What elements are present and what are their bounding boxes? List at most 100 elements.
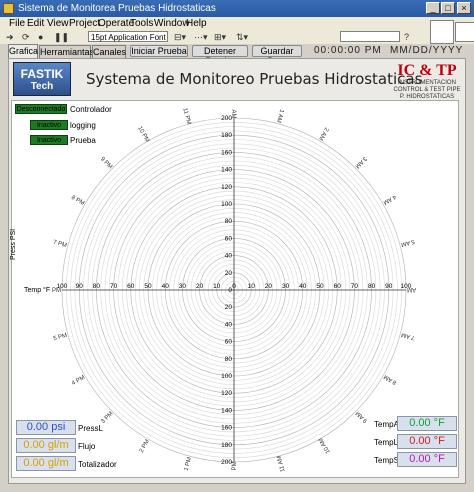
- app-icon: [3, 3, 14, 14]
- press-readout: 0.00 psi: [16, 420, 76, 435]
- clock-date: MM/DD/YYYY: [390, 45, 464, 56]
- menu-file[interactable]: File: [9, 18, 25, 29]
- vertical-tick-label: 140: [221, 407, 232, 414]
- hour-label: 3 AM: [354, 155, 368, 169]
- ictp-line2: CONTROL & TEST PIPE: [393, 87, 461, 93]
- menu-help[interactable]: Help: [186, 18, 207, 29]
- templ-label: TempL: [374, 438, 399, 447]
- horizontal-tick-label: 80: [368, 283, 376, 290]
- hour-label: 5 PM: [53, 333, 68, 342]
- horizontal-tick-label: 10: [213, 283, 221, 290]
- horizontal-tick-label: 60: [334, 283, 342, 290]
- horizontal-tick-label: 30: [179, 283, 187, 290]
- vertical-tick-label: 20: [225, 270, 233, 277]
- page-title: Systema de Monitoreo Pruebas Hidrostatic…: [86, 70, 423, 88]
- run-arrow-icon[interactable]: ➜: [6, 32, 14, 43]
- hour-label: 5 AM: [400, 238, 415, 247]
- pause-icon[interactable]: ❚❚: [54, 32, 69, 43]
- menu-operate[interactable]: Operate: [98, 18, 134, 29]
- horizontal-tick-label: 0: [232, 283, 236, 290]
- vertical-tick-label: 20: [225, 304, 233, 311]
- vertical-tick-label: 60: [225, 235, 233, 242]
- hour-label: 1 AM: [275, 108, 284, 123]
- totalizador-label: Totalizador: [78, 460, 117, 469]
- resize-icon[interactable]: ⊞▾: [214, 32, 226, 43]
- polar-chart: 12 AM1 AM2 AM3 AM4 AM5 AM6 AM7 AM8 AM9 A…: [52, 108, 416, 472]
- font-select[interactable]: 15pt Application Font: [88, 31, 168, 42]
- vertical-tick-label: 100: [221, 201, 232, 208]
- menu-edit[interactable]: Edit: [27, 18, 44, 29]
- vertical-tick-label: 40: [225, 253, 233, 260]
- vertical-tick-label: 40: [225, 321, 233, 328]
- hour-label: 9 PM: [99, 156, 113, 170]
- hour-label: 4 AM: [382, 193, 397, 205]
- menu-project[interactable]: Project: [69, 18, 100, 29]
- hour-label: 8 AM: [383, 373, 398, 385]
- vertical-tick-label: 80: [225, 356, 233, 363]
- horizontal-tick-label: 90: [76, 283, 84, 290]
- hour-label: 2 PM: [139, 439, 151, 454]
- logo-top-text: FASTIK: [20, 67, 64, 81]
- hour-label: 11 AM: [277, 455, 287, 472]
- hour-label: 3 PM: [100, 411, 114, 425]
- hour-label: 8 PM: [70, 195, 85, 207]
- hour-label: 9 AM: [355, 410, 369, 424]
- ictp-logo: IC & TP INSTRUMENTACION CONTROL & TEST P…: [392, 62, 462, 101]
- save-data-button[interactable]: Guardar Data: [252, 45, 302, 66]
- horizontal-tick-label: 70: [110, 283, 118, 290]
- horizontal-tick-label: 20: [196, 283, 204, 290]
- temps-readout: 0.00 °F: [397, 452, 457, 467]
- logo-bottom-text: Tech: [30, 81, 54, 92]
- tab-canales[interactable]: Canales: [92, 45, 126, 59]
- press-label: PressL: [78, 424, 103, 433]
- horizontal-tick-label: 90: [385, 283, 393, 290]
- totalizador-readout: 0.00 gl/m: [16, 456, 76, 471]
- menu-tools[interactable]: Tools: [130, 18, 153, 29]
- vertical-tick-label: 60: [225, 339, 233, 346]
- help-icon[interactable]: ?: [404, 32, 409, 42]
- horizontal-tick-label: 100: [57, 283, 68, 290]
- ictp-line1: INSTRUMENTACION: [398, 80, 456, 86]
- distribute-icon[interactable]: ⋯▾: [194, 32, 208, 43]
- align-icon[interactable]: ⊟▾: [174, 32, 186, 43]
- vertical-tick-label: 200: [221, 459, 232, 466]
- vertical-tick-label: 80: [225, 218, 233, 225]
- horizontal-tick-label: 50: [144, 283, 152, 290]
- hour-label: 12 PM: [232, 461, 238, 472]
- abort-icon[interactable]: ●: [38, 32, 43, 42]
- search-input[interactable]: [340, 31, 400, 42]
- horizontal-tick-label: 20: [265, 283, 273, 290]
- tab-herramientas[interactable]: Herramiantas: [39, 45, 94, 59]
- menu-bar: File Edit View Project Operate Tools Win…: [0, 17, 474, 30]
- hour-label: 1 PM: [184, 457, 193, 472]
- horizontal-tick-label: 60: [127, 283, 135, 290]
- maximize-button[interactable]: □: [441, 2, 455, 14]
- horizontal-tick-label: 10: [248, 283, 256, 290]
- title-bar: Sistema de Monitorea Pruebas Hidrostatic…: [0, 0, 474, 17]
- menu-window[interactable]: Window: [154, 18, 190, 29]
- horizontal-tick-label: 40: [162, 283, 170, 290]
- tab-grafica[interactable]: Grafica: [8, 44, 38, 59]
- minimize-button[interactable]: _: [426, 2, 440, 14]
- vertical-tick-label: 120: [221, 390, 232, 397]
- horizontal-tick-label: 50: [316, 283, 324, 290]
- hour-label: 2 AM: [317, 126, 329, 141]
- run-continuous-icon[interactable]: ⟳: [22, 32, 30, 43]
- menu-view[interactable]: View: [47, 18, 69, 29]
- vertical-tick-label: 200: [221, 115, 232, 122]
- hour-label: 7 AM: [401, 331, 416, 340]
- horizontal-tick-label: 40: [299, 283, 307, 290]
- close-button[interactable]: ×: [457, 2, 471, 14]
- horizontal-tick-label: 70: [351, 283, 359, 290]
- ictp-text: IC & TP: [397, 62, 457, 79]
- y-axis-label: Press PSI: [10, 228, 17, 260]
- horizontal-tick-label: 100: [401, 283, 412, 290]
- stop-test-button[interactable]: Detener Prueba: [192, 45, 248, 66]
- vertical-tick-label: 160: [221, 425, 232, 432]
- vertical-tick-label: 100: [221, 373, 232, 380]
- reorder-icon[interactable]: ⇅▾: [236, 32, 248, 43]
- start-test-button[interactable]: Iniciar Prueba: [130, 45, 188, 57]
- hour-label: 10 AM: [318, 437, 332, 455]
- vertical-tick-label: 140: [221, 167, 232, 174]
- tempa-label: TempA: [374, 420, 399, 429]
